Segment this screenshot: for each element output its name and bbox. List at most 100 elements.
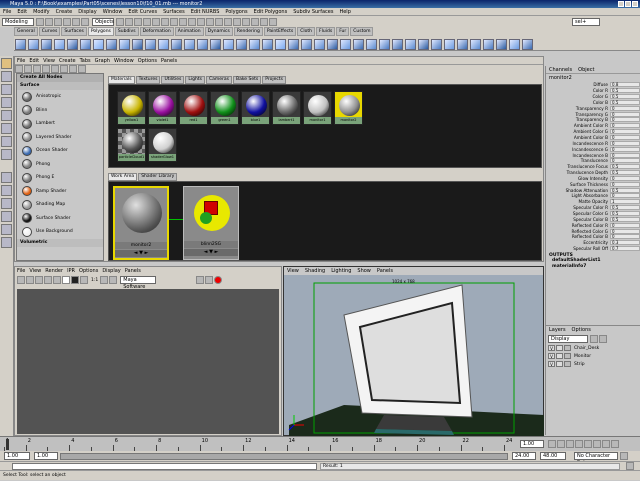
menu-surfaces[interactable]: Surfaces [160, 8, 188, 16]
shelf-tab-custom[interactable]: Custom [350, 27, 374, 36]
channel-value-field[interactable]: 1 [610, 199, 640, 205]
shelf-tool-icon[interactable] [509, 38, 520, 50]
material-swatch-particlecloud1[interactable]: particleCloud1 [117, 128, 146, 162]
output-connections-icon[interactable] [78, 65, 86, 73]
step-forward-icon[interactable] [593, 440, 601, 448]
select-component-icon[interactable] [81, 17, 89, 26]
shelf-tab-dynamics[interactable]: Dynamics [204, 27, 233, 36]
alpha-channel-icon[interactable] [71, 276, 79, 284]
layer-visibility-toggle[interactable]: V [548, 345, 555, 351]
soft-mod-tool-icon[interactable] [1, 136, 12, 147]
keep-image-icon[interactable] [100, 276, 109, 284]
render-image-area[interactable] [17, 289, 279, 434]
shelf-tool-icon[interactable] [392, 38, 403, 50]
hypershade-menu-edit[interactable]: Edit [27, 57, 41, 65]
channel-row-color-r[interactable]: Color R 0.5 [546, 88, 640, 94]
auto-key-icon[interactable] [620, 452, 628, 460]
menu-file[interactable]: File [0, 8, 14, 16]
channel-value-field[interactable]: 0.5 [610, 187, 640, 193]
hypershade-menu-options[interactable]: Options [136, 57, 159, 65]
channel-row-matte-opacity[interactable]: Matte Opacity 1 [546, 199, 640, 205]
channel-value-field[interactable]: 0 [610, 123, 640, 129]
play-forward-icon[interactable] [584, 440, 592, 448]
ipr-render-icon[interactable] [44, 276, 52, 284]
go-end-icon[interactable] [611, 440, 619, 448]
shelf-tool-icon[interactable] [132, 38, 143, 50]
node-item-shading-map[interactable]: Shading Map [17, 198, 103, 212]
layer-type-dropdown[interactable]: Display [548, 335, 588, 343]
two-pane-layout-icon[interactable] [1, 198, 12, 209]
snap-plane-icon[interactable] [143, 17, 151, 26]
channel-row-color-b[interactable]: Color B 0.5 [546, 99, 640, 106]
channel-value-field[interactable]: 0.5 [610, 205, 640, 211]
material-swatch-blue1[interactable]: blue1 [241, 91, 270, 125]
select-hierarchy-icon[interactable] [63, 17, 71, 26]
node-item-layered-shader[interactable]: Layered Shader [17, 131, 103, 145]
material-swatch-shaderglow1[interactable]: shaderGlow1 [148, 128, 177, 162]
current-time-field[interactable]: 1.00 [520, 440, 544, 448]
shelf-tool-icon[interactable] [444, 38, 455, 50]
node-port-arrows[interactable]: ◄ ▼ ► [184, 249, 238, 256]
layer-row-chair-desk[interactable]: V Chair_Desk [546, 344, 640, 352]
history-icon[interactable] [152, 17, 160, 26]
shelf-tab-general[interactable]: General [14, 27, 38, 36]
show-both-tabs-icon[interactable] [42, 65, 50, 73]
start-time-field[interactable]: 1.00 [4, 452, 30, 460]
layer-template-toggle[interactable] [556, 361, 563, 367]
channel-value-field[interactable]: 0.5 [610, 216, 640, 222]
shelf-tool-icon[interactable] [236, 38, 247, 50]
channel-row-transparency-g[interactable]: Transparency G0 [546, 111, 640, 117]
script-editor-icon[interactable] [626, 462, 634, 470]
render-view-menu-render[interactable]: Render [43, 268, 65, 274]
channel-value-field[interactable]: 0 [610, 175, 640, 181]
channel-value-field[interactable]: 0 [610, 234, 640, 240]
render-frame-icon[interactable] [161, 17, 169, 26]
node-item-ramp-shader[interactable]: Ramp Shader [17, 185, 103, 199]
shelf-tab-fur[interactable]: Fur [336, 27, 350, 36]
shelf-tool-icon[interactable] [119, 38, 130, 50]
channel-row-reflected-color-b[interactable]: Reflected Color B0 [546, 234, 640, 240]
channel-row-ambient-color-b[interactable]: Ambient Color B0 [546, 135, 640, 141]
shelf-tool-icon[interactable] [483, 38, 494, 50]
channel-row-ambient-color-g[interactable]: Ambient Color G0 [546, 129, 640, 135]
menu-display[interactable]: Display [75, 8, 99, 16]
stop-render-icon[interactable] [214, 276, 223, 284]
shelf-tool-icon[interactable] [405, 38, 416, 50]
render-region-icon[interactable] [26, 276, 34, 284]
channel-value-field[interactable]: 0 [610, 117, 640, 123]
channel-value-field[interactable]: 0 [610, 135, 640, 141]
clear-graph-icon[interactable] [51, 65, 59, 73]
node-item-ocean-shader[interactable]: Ocean Shader [17, 144, 103, 158]
layer-visibility-toggle[interactable]: V [548, 361, 555, 367]
output-node-materialinfo7[interactable]: materialInfo7 [546, 264, 640, 270]
menu-subdiv-surfaces[interactable]: Subdiv Surfaces [290, 8, 336, 16]
menu-polygons[interactable]: Polygons [222, 8, 250, 16]
select-tool-icon[interactable] [1, 58, 12, 69]
new-layer-icon[interactable] [590, 335, 598, 343]
volumetric-category-header[interactable]: Volumetric [17, 238, 103, 247]
render-view-menu-view[interactable]: View [27, 268, 43, 274]
channel-value-field[interactable]: 0 [610, 222, 640, 228]
render-settings-icon[interactable] [196, 276, 205, 284]
single-pane-layout-icon[interactable] [1, 172, 12, 183]
tab-bake-sets[interactable]: Bake Sets [233, 76, 262, 84]
layer-color-swatch[interactable] [564, 345, 571, 351]
menu-edit-polygons[interactable]: Edit Polygons [251, 8, 291, 16]
tab-work-area[interactable]: Work Area [108, 173, 138, 181]
step-back-key-icon[interactable] [557, 440, 565, 448]
shelf-tool-icon[interactable] [262, 38, 273, 50]
time-slider[interactable]: 124681012141618202224 1.00 [0, 436, 640, 452]
play-backward-icon[interactable] [575, 440, 583, 448]
quick-select-field[interactable]: sel+ [572, 17, 600, 26]
channel-row-incandescence-g[interactable]: Incandescence G0 [546, 146, 640, 152]
channel-value-field[interactable]: 0.5 [610, 170, 640, 176]
menu-set-dropdown[interactable]: Modeling [2, 17, 34, 26]
shelf-tool-icon[interactable] [197, 38, 208, 50]
shelf-tab-rendering[interactable]: Rendering [233, 27, 263, 36]
shelf-tool-icon[interactable] [54, 38, 65, 50]
shelf-tab-animation[interactable]: Animation [174, 27, 204, 36]
render-view-menu-display[interactable]: Display [100, 268, 122, 274]
character-set-dropdown[interactable]: No Character Set [574, 452, 618, 466]
viewport-menu-panels[interactable]: Panels [374, 268, 396, 274]
shelf-tool-icon[interactable] [301, 38, 312, 50]
